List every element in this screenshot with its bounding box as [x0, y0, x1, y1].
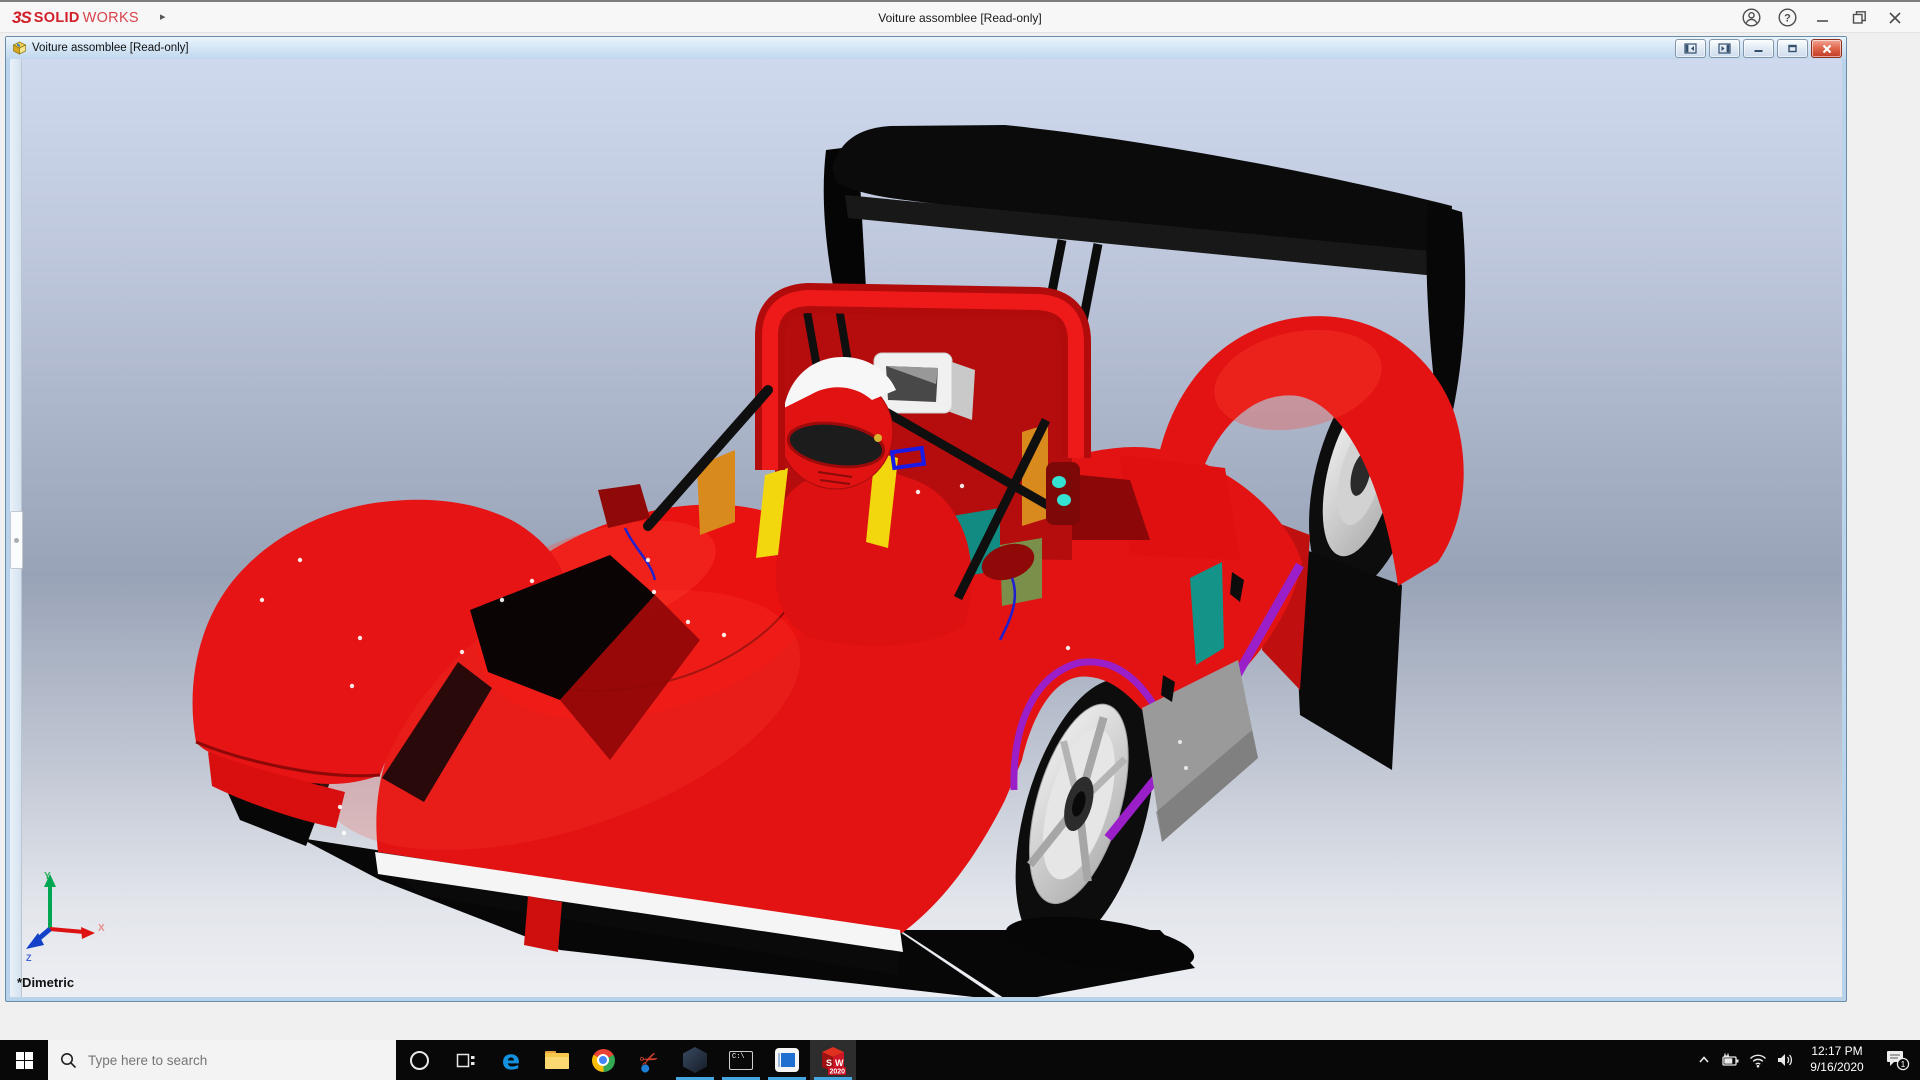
wifi-icon: [1749, 1053, 1767, 1068]
solidworks-logo-text-bold: SOLID: [34, 10, 80, 26]
task-view-icon: [455, 1052, 475, 1069]
doc-close-icon: [1821, 44, 1833, 54]
system-tray: 12:17 PM 9/16/2020 1: [1690, 1040, 1920, 1080]
chevron-up-icon: [1697, 1053, 1711, 1067]
document-window-buttons: [1675, 39, 1842, 58]
cortana-button[interactable]: [396, 1040, 442, 1080]
taskbar-search[interactable]: [48, 1040, 396, 1080]
doc-restore-button[interactable]: [1777, 39, 1808, 58]
solidworks-logo-mark: 3S: [12, 8, 31, 28]
battery-tray-button[interactable]: [1717, 1040, 1744, 1080]
triad-z-label: Z: [26, 953, 32, 963]
app-titlebar: 3S SOLIDWORKS ▸ Voiture assomblee [Read-…: [0, 0, 1920, 33]
solidworks-2020-icon: S W 2020: [819, 1045, 847, 1075]
triad-y-label: Y: [44, 871, 51, 882]
search-icon: [60, 1052, 77, 1069]
task-view-button[interactable]: [442, 1040, 488, 1080]
edge-icon: e: [502, 1047, 520, 1074]
cortana-icon: [410, 1051, 429, 1070]
action-center-button[interactable]: 1: [1876, 1040, 1920, 1080]
menu-expand-arrow-icon[interactable]: ▸: [160, 10, 166, 23]
graphics-area: Y X Z *Dimetric: [10, 59, 1842, 997]
close-icon: [1887, 10, 1903, 26]
media-app-icon: [775, 1048, 799, 1072]
battery-charging-icon: [1721, 1052, 1741, 1068]
account-button[interactable]: [1736, 5, 1766, 31]
triad-x-label: X: [98, 923, 105, 934]
pane-left-icon: [1684, 43, 1697, 54]
pane-toggle-left-button[interactable]: [1675, 39, 1706, 58]
hexagon-app-button[interactable]: [672, 1040, 718, 1080]
file-explorer-button[interactable]: [534, 1040, 580, 1080]
doc-restore-icon: [1786, 43, 1799, 54]
clock-time: 12:17 PM: [1798, 1044, 1876, 1060]
document-window: Voiture assomblee [Read-only]: [5, 36, 1847, 1002]
taskbar: e ✂ C:\: [0, 1040, 1920, 1080]
hexagon-app-icon: [683, 1047, 707, 1073]
snipping-tool-button[interactable]: ✂: [626, 1040, 672, 1080]
minimize-icon: [1815, 10, 1831, 26]
account-icon: [1742, 8, 1761, 27]
clock-date: 9/16/2020: [1798, 1060, 1876, 1076]
chrome-button[interactable]: [580, 1040, 626, 1080]
doc-close-button[interactable]: [1811, 39, 1842, 58]
restore-button[interactable]: [1844, 5, 1874, 31]
solidworks-taskbar-button[interactable]: S W 2020: [810, 1040, 856, 1080]
start-button[interactable]: [0, 1040, 48, 1080]
volume-icon: [1776, 1052, 1794, 1068]
viewport-canvas[interactable]: [10, 59, 1842, 997]
close-button[interactable]: [1880, 5, 1910, 31]
command-prompt-icon: C:\: [729, 1051, 753, 1070]
action-center-icon: 1: [1886, 1049, 1910, 1071]
orientation-triad: Y X Z: [24, 869, 108, 965]
minimize-button[interactable]: [1808, 5, 1838, 31]
svg-text:S: S: [826, 1058, 832, 1068]
svg-text:?: ?: [1784, 13, 1791, 25]
document-titlebar[interactable]: Voiture assomblee [Read-only]: [6, 37, 1846, 59]
document-title: Voiture assomblee [Read-only]: [32, 42, 189, 54]
help-button[interactable]: ?: [1772, 5, 1802, 31]
solidworks-logo-text-light: WORKS: [83, 10, 139, 26]
svg-text:2020: 2020: [830, 1069, 846, 1076]
chrome-icon: [592, 1049, 615, 1072]
panel-splitter-handle[interactable]: [10, 511, 23, 569]
edge-button[interactable]: e: [488, 1040, 534, 1080]
wifi-tray-button[interactable]: [1744, 1040, 1771, 1080]
desktop: 3S SOLIDWORKS ▸ Voiture assomblee [Read-…: [0, 0, 1920, 1080]
view-orientation-label: *Dimetric: [17, 975, 74, 990]
windows-logo-icon: [16, 1052, 33, 1069]
car-model: [193, 125, 1466, 997]
help-icon: ?: [1778, 8, 1797, 27]
volume-tray-button[interactable]: [1771, 1040, 1798, 1080]
tray-expand-button[interactable]: [1690, 1040, 1717, 1080]
assembly-icon: [12, 41, 27, 55]
search-input[interactable]: [86, 1052, 370, 1069]
file-explorer-icon: [545, 1051, 569, 1069]
pane-right-icon: [1718, 43, 1731, 54]
snipping-tool-icon: ✂: [636, 1046, 662, 1074]
media-app-button[interactable]: [764, 1040, 810, 1080]
doc-minimize-button[interactable]: [1743, 39, 1774, 58]
solidworks-logo[interactable]: 3S SOLIDWORKS: [12, 2, 139, 33]
doc-minimize-icon: [1752, 43, 1765, 54]
command-prompt-button[interactable]: C:\: [718, 1040, 764, 1080]
pane-toggle-right-button[interactable]: [1709, 39, 1740, 58]
restore-icon: [1851, 9, 1868, 26]
svg-text:W: W: [835, 1058, 844, 1068]
taskbar-clock[interactable]: 12:17 PM 9/16/2020: [1798, 1044, 1876, 1075]
splitter-dot: [14, 538, 19, 543]
notification-badge: 1: [1901, 1059, 1906, 1069]
app-window-controls: ?: [1736, 2, 1910, 33]
app-window-title: Voiture assomblee [Read-only]: [0, 2, 1920, 33]
